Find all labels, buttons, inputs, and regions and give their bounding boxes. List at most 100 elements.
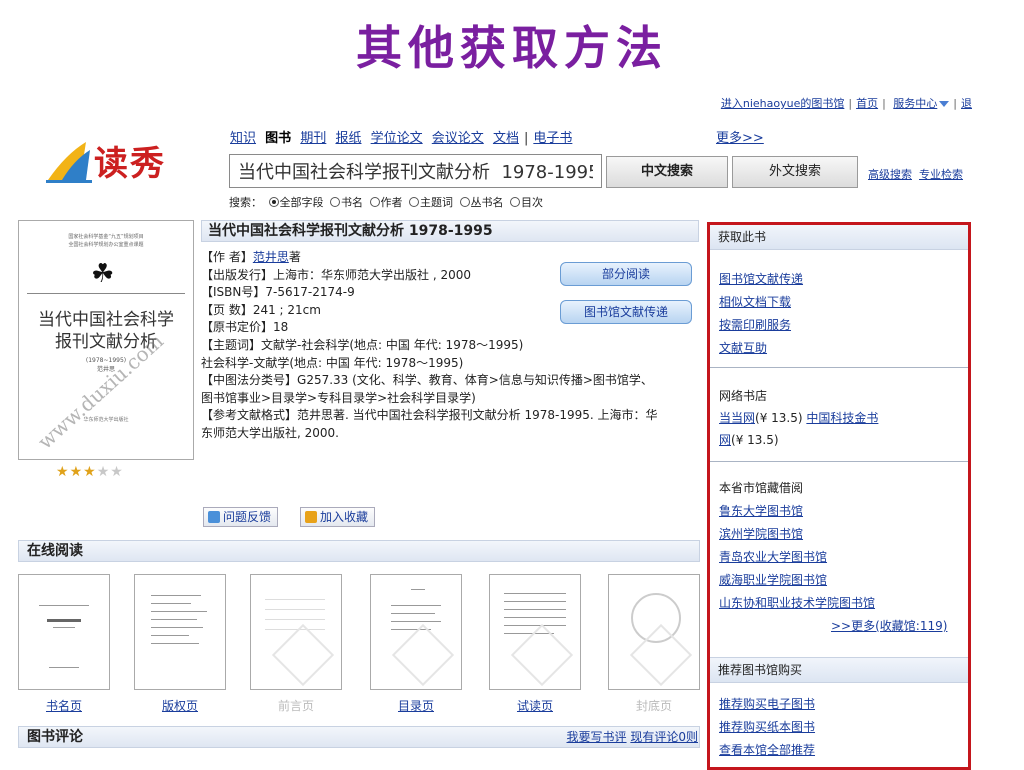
meta-ref-row: 【参考文献格式】范井思著. 当代中国社会科学报刊文献分析 1978-1995. … [201,408,658,423]
top-links: 进入niehaoyue的图书馆 | 首页 | 服务中心 | 退 [720,97,972,110]
cover-publisher: 华东师范大学出版社 [83,417,129,423]
online-reading-header: 在线阅读 [18,540,700,562]
feedback-icon [208,511,220,523]
library-link-qingdao-agri[interactable]: 青岛农业大学图书馆 [719,548,827,565]
logo-text[interactable]: 读秀 [94,136,166,185]
star-icon: ★ [69,464,84,480]
write-review-link[interactable]: 我要写书评 [567,730,627,744]
category-tabs: 知识 图书 期刊 报纸 学位论文 会议论文 文档 | 电子书 [230,131,573,146]
home-link[interactable]: 首页 [856,97,878,110]
tab-books[interactable]: 图书 [265,131,291,146]
professional-search-link[interactable]: 专业检索 [919,168,963,181]
meta-clc-row-2: 图书馆事业>目录学>专科目录学>社会科学目录学) [201,390,476,405]
meta-subject-row: 【主题词】文献学-社会科学(地点: 中国 年代: 1978～1995) [201,337,524,352]
star-icon: ★ [83,464,97,480]
link-recommend-ebook[interactable]: 推荐购买电子图书 [719,695,815,712]
get-book-panel: 获取此书 图书馆文献传递 相似文档下载 按需印刷服务 文献互助 网络书店 当当网… [707,222,971,770]
scope-radio-toc[interactable] [510,197,520,207]
library-link-xiehe[interactable]: 山东协和职业技术学院图书馆 [719,594,875,611]
page-thumbnail[interactable] [134,574,226,690]
online-store-row-2: 网(¥ 13.5) [719,433,779,447]
library-link-binzhou[interactable]: 滨州学院图书馆 [719,525,803,542]
scope-radio-series[interactable] [459,197,470,207]
review-links: 我要写书评 现有评论0则 [567,728,698,745]
link-similar-docs[interactable]: 相似文档下载 [719,293,791,310]
library-link-ludong[interactable]: 鲁东大学图书馆 [719,502,803,519]
service-center-link[interactable]: 服务中心 [893,97,937,110]
thumb-label-back-cover-page: 封底页 [635,699,672,713]
library-entry-link[interactable]: 进入niehaoyue的图书馆 [721,97,845,110]
page-thumbnail[interactable] [608,574,700,690]
page-thumbnail[interactable] [18,574,110,690]
store-kejin-link-tail[interactable]: 网 [719,433,731,447]
online-store-row: 当当网(¥ 13.5) 中国科技金书 [719,411,879,425]
scope-radio-title[interactable] [330,197,340,207]
thumb-label-trial-page[interactable]: 试读页 [489,697,581,714]
more-libraries-link[interactable]: >>更多(收藏馆:119) [831,617,947,634]
scope-label-series: 丛书名 [470,196,504,209]
store-dangdang-link[interactable]: 当当网 [719,411,755,425]
tab-newspapers[interactable]: 报纸 [335,131,361,146]
foreign-search-button[interactable]: 外文搜索 [732,156,858,188]
get-book-header: 获取此书 [710,225,968,250]
advanced-search-links: 高级搜索 专业检索 [868,166,963,182]
scope-label-all: 全部字段 [279,196,324,209]
scope-radio-subject[interactable] [409,197,419,207]
thumb-label-title-page[interactable]: 书名页 [18,697,110,714]
logout-link[interactable]: 退 [961,97,972,110]
tab-journals[interactable]: 期刊 [300,131,326,146]
page-thumbnail[interactable] [250,574,342,690]
thumb-label-copyright-page[interactable]: 版权页 [134,697,226,714]
online-store-label: 网络书店 [719,389,768,403]
rating-stars[interactable]: ★★★★★ [56,464,124,480]
search-scope-label: 搜索： [229,196,262,209]
page-thumbnail[interactable] [370,574,462,690]
thumb-label-preface-page: 前言页 [277,699,314,713]
link-view-all-recommend[interactable]: 查看本馆全部推荐 [719,741,815,758]
scope-label-subject: 主题词 [420,196,453,209]
book-title: 当代中国社会科学报刊文献分析 1978-1995 [201,220,699,242]
add-favorite-button[interactable]: 加入收藏 [300,507,376,527]
existing-reviews-link[interactable]: 现有评论0则 [630,730,698,744]
recommend-purchase-header: 推荐图书馆购买 [710,657,968,683]
clover-icon: ☘ [91,259,115,289]
link-library-delivery[interactable]: 图书馆文献传递 [719,270,803,287]
tab-ebooks[interactable]: 电子书 [533,131,572,146]
page-thumbnail[interactable] [489,574,581,690]
more-categories-link[interactable]: 更多>> [716,127,764,146]
meta-ref-row-2: 东师范大学出版社, 2000. [201,425,339,440]
tab-conference[interactable]: 会议论文 [432,131,484,146]
scope-radio-all[interactable] [268,197,279,207]
tab-knowledge[interactable]: 知识 [230,131,256,146]
thumb-label-toc-page[interactable]: 目录页 [370,697,462,714]
library-link-weihai[interactable]: 威海职业学院图书馆 [719,571,827,588]
slide-title: 其他获取方法 [356,21,668,75]
search-input[interactable] [229,154,602,188]
link-recommend-print[interactable]: 推荐购买纸本图书 [719,718,815,735]
chevron-down-icon[interactable] [939,101,950,107]
link-print-on-demand[interactable]: 按需印刷服务 [719,316,791,333]
library-delivery-button[interactable]: 图书馆文献传递 [560,300,692,324]
scope-label-toc: 目次 [521,196,543,209]
meta-subject-row-2: 社会科学-文献学(地点: 中国 年代: 1978～1995) [201,355,464,370]
advanced-search-link[interactable]: 高级搜索 [868,168,912,181]
cover-top-text: 国家社会科学基金“九五”规划项目 全国社会科学规划办公室重点课题 [68,234,144,248]
meta-clc-row: 【中图法分类号】G257.33 (文化、科学、教育、体育>信息与知识传播>图书馆… [201,373,653,388]
star-empty-icon: ★ [96,464,111,480]
local-library-label: 本省市馆藏借阅 [719,481,804,495]
link-doc-exchange[interactable]: 文献互助 [719,339,767,356]
scope-label-author: 作者 [380,196,403,209]
book-cover[interactable]: 国家社会科学基金“九五”规划项目 全国社会科学规划办公室重点课题 ☘ 当代中国社… [18,220,194,460]
partial-read-button[interactable]: 部分阅读 [560,262,692,286]
chinese-search-button[interactable]: 中文搜索 [606,156,728,188]
feedback-button[interactable]: 问题反馈 [203,507,279,527]
star-icon: ★ [56,464,70,480]
tab-documents[interactable]: 文档 [493,131,519,146]
favorite-icon [305,511,317,523]
scope-radio-author[interactable] [369,197,380,207]
store-kejin-link[interactable]: 中国科技金书 [806,411,878,425]
star-empty-icon: ★ [110,464,124,480]
tab-theses[interactable]: 学位论文 [371,131,423,146]
author-link[interactable]: 范井思 [253,250,289,264]
search-scope: 搜索： 全部字段 书名 作者 主题词 丛书名 目次 [229,194,543,210]
